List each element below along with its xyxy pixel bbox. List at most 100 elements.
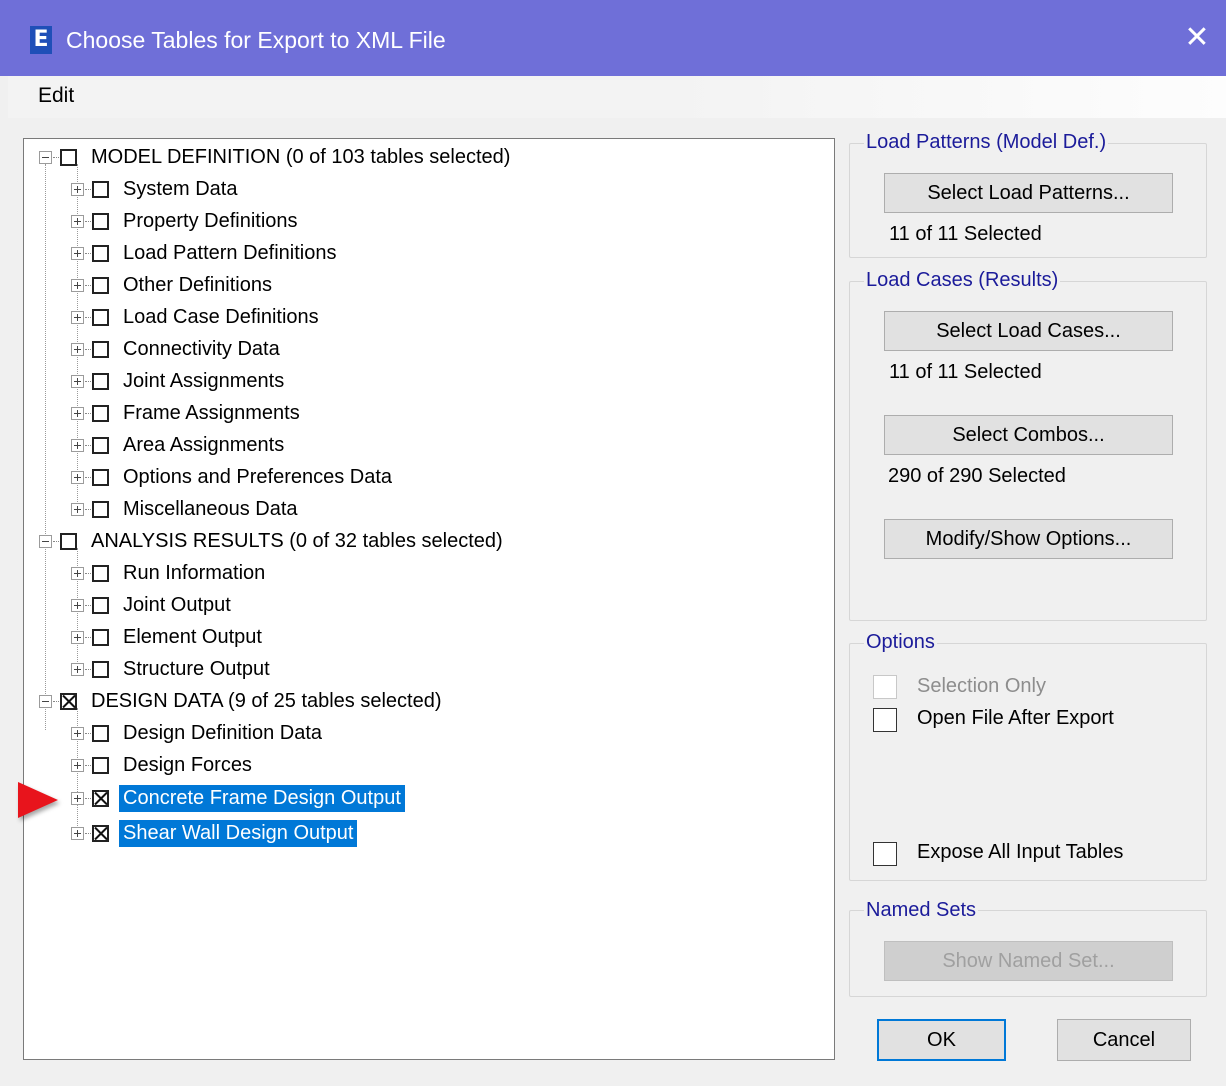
item-label: Property Definitions: [123, 209, 298, 232]
ok-button[interactable]: OK: [877, 1019, 1006, 1061]
collapse-icon[interactable]: [39, 694, 52, 708]
select-load-cases-button[interactable]: Select Load Cases...: [884, 311, 1173, 351]
checkbox-checked[interactable]: [60, 692, 77, 710]
item-label: Element Output: [123, 625, 262, 648]
checkbox[interactable]: [92, 724, 109, 742]
expand-icon[interactable]: [71, 342, 84, 356]
checkbox[interactable]: [60, 532, 77, 550]
expand-icon[interactable]: [71, 598, 84, 612]
checkbox[interactable]: [92, 372, 109, 390]
checkbox[interactable]: [92, 596, 109, 614]
expand-icon[interactable]: [71, 310, 84, 324]
tree-item-selected[interactable]: Shear Wall Design Output: [71, 818, 358, 848]
collapse-icon[interactable]: [39, 534, 52, 548]
tree-item[interactable]: Joint Output: [71, 590, 235, 620]
tree-item[interactable]: Options and Preferences Data: [71, 462, 396, 492]
expand-icon[interactable]: [71, 566, 84, 580]
checkbox[interactable]: [92, 500, 109, 518]
expand-icon[interactable]: [71, 470, 84, 484]
item-label: Area Assignments: [123, 433, 285, 456]
checkbox[interactable]: [92, 564, 109, 582]
tree-item[interactable]: Connectivity Data: [71, 334, 284, 364]
item-label: System Data: [123, 177, 238, 200]
item-label: Miscellaneous Data: [123, 497, 298, 520]
checkbox[interactable]: [60, 148, 77, 166]
cancel-button[interactable]: Cancel: [1057, 1019, 1191, 1061]
expand-icon[interactable]: [71, 826, 84, 840]
show-named-set-button[interactable]: Show Named Set...: [884, 941, 1173, 981]
selection-only-checkbox[interactable]: [873, 675, 897, 699]
tree-item[interactable]: Joint Assignments: [71, 366, 288, 396]
tree-item[interactable]: System Data: [71, 174, 241, 204]
load-patterns-title: Load Patterns (Model Def.): [864, 131, 1109, 154]
named-sets-title: Named Sets: [864, 899, 979, 922]
select-combos-button[interactable]: Select Combos...: [884, 415, 1173, 455]
expand-icon[interactable]: [71, 214, 84, 228]
expand-icon[interactable]: [71, 662, 84, 676]
item-label: Run Information: [123, 561, 266, 584]
tree-item[interactable]: Element Output: [71, 622, 266, 652]
expand-icon[interactable]: [71, 406, 84, 420]
checkbox[interactable]: [92, 436, 109, 454]
checkbox[interactable]: [92, 404, 109, 422]
tree-item[interactable]: Area Assignments: [71, 430, 288, 460]
tree-item[interactable]: Property Definitions: [71, 206, 302, 236]
options-title: Options: [864, 631, 937, 654]
checkbox[interactable]: [92, 180, 109, 198]
tree-item-selected[interactable]: Concrete Frame Design Output: [71, 783, 405, 813]
checkbox[interactable]: [92, 340, 109, 358]
expand-icon[interactable]: [71, 726, 84, 740]
tree-item[interactable]: Load Pattern Definitions: [71, 238, 340, 268]
tree-item[interactable]: Frame Assignments: [71, 398, 304, 428]
title-bar[interactable]: E Choose Tables for Export to XML File ✕: [0, 0, 1226, 76]
tree-group-model-definition[interactable]: MODEL DEFINITION (0 of 103 tables select…: [39, 142, 514, 172]
checkbox[interactable]: [92, 468, 109, 486]
expand-icon[interactable]: [71, 438, 84, 452]
expand-icon[interactable]: [71, 630, 84, 644]
expand-icon[interactable]: [71, 278, 84, 292]
collapse-icon[interactable]: [39, 150, 52, 164]
item-label: Load Case Definitions: [123, 305, 319, 328]
checkbox[interactable]: [92, 660, 109, 678]
checkbox-checked[interactable]: [92, 789, 109, 807]
expand-icon[interactable]: [71, 246, 84, 260]
item-label: Frame Assignments: [123, 401, 300, 424]
tree-item[interactable]: Other Definitions: [71, 270, 276, 300]
group-label: MODEL DEFINITION (0 of 103 tables select…: [91, 145, 511, 168]
item-label: Joint Output: [123, 593, 231, 616]
close-button[interactable]: ✕: [1180, 18, 1214, 58]
tree-item[interactable]: Design Forces: [71, 750, 256, 780]
group-label: DESIGN DATA (9 of 25 tables selected): [91, 689, 442, 712]
expand-icon[interactable]: [71, 502, 84, 516]
checkbox-checked[interactable]: [92, 824, 109, 842]
tree-item[interactable]: Structure Output: [71, 654, 274, 684]
checkbox[interactable]: [92, 244, 109, 262]
expand-icon[interactable]: [71, 791, 84, 805]
expand-icon[interactable]: [71, 374, 84, 388]
checkbox[interactable]: [92, 628, 109, 646]
modify-show-options-button[interactable]: Modify/Show Options...: [884, 519, 1173, 559]
expand-icon[interactable]: [71, 182, 84, 196]
expose-all-input-tables-label: Expose All Input Tables: [917, 841, 1124, 863]
tree-item[interactable]: Design Definition Data: [71, 718, 326, 748]
load-cases-title: Load Cases (Results): [864, 269, 1061, 292]
open-file-after-export-checkbox[interactable]: [873, 708, 897, 732]
tree-item[interactable]: Miscellaneous Data: [71, 494, 302, 524]
window-title: Choose Tables for Export to XML File: [66, 27, 446, 53]
tree-group-analysis-results[interactable]: ANALYSIS RESULTS (0 of 32 tables selecte…: [39, 526, 507, 556]
checkbox[interactable]: [92, 212, 109, 230]
checkbox[interactable]: [92, 276, 109, 294]
selection-only-label: Selection Only: [917, 675, 1046, 697]
tables-tree[interactable]: MODEL DEFINITION (0 of 103 tables select…: [23, 138, 835, 1060]
tree-group-design-data[interactable]: DESIGN DATA (9 of 25 tables selected): [39, 686, 446, 716]
menu-edit[interactable]: Edit: [38, 84, 74, 108]
expand-icon[interactable]: [71, 758, 84, 772]
tree-item[interactable]: Load Case Definitions: [71, 302, 323, 332]
tree-item[interactable]: Run Information: [71, 558, 269, 588]
select-load-patterns-button[interactable]: Select Load Patterns...: [884, 173, 1173, 213]
item-label: Options and Preferences Data: [123, 465, 393, 488]
checkbox[interactable]: [92, 308, 109, 326]
expose-all-input-tables-checkbox[interactable]: [873, 842, 897, 866]
checkbox[interactable]: [92, 756, 109, 774]
item-label: Connectivity Data: [123, 337, 280, 360]
